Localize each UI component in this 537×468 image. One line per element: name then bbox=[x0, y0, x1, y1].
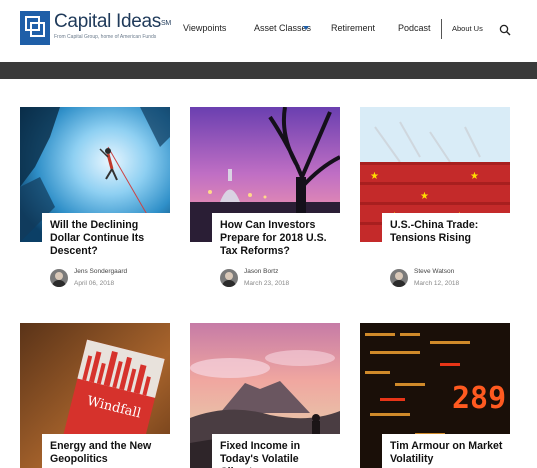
article-title[interactable]: U.S.-China Trade: Tensions Rising bbox=[390, 219, 506, 245]
brand-name: Capital IdeasSM bbox=[54, 11, 171, 32]
site-header: Capital IdeasSM From Capital Group, home… bbox=[0, 0, 537, 62]
nav-retirement[interactable]: Retirement bbox=[331, 23, 375, 33]
article-date: March 23, 2018 bbox=[244, 280, 290, 287]
article-date: April 06, 2018 bbox=[74, 280, 115, 287]
article-title[interactable]: Tim Armour on Market Volatility bbox=[390, 440, 506, 466]
chevron-down-icon[interactable] bbox=[303, 26, 309, 30]
ticker-figure: 289 bbox=[452, 381, 506, 416]
svg-text:★: ★ bbox=[420, 191, 429, 202]
logo-mark-icon bbox=[20, 11, 50, 45]
svg-text:★: ★ bbox=[470, 171, 479, 182]
article-card[interactable]: Windfall Energy and the New Geopolitics bbox=[20, 323, 172, 468]
nav-divider bbox=[441, 19, 442, 39]
article-title[interactable]: How Can Investors Prepare for 2018 U.S. … bbox=[220, 219, 336, 258]
article-card[interactable]: 289 Tim Armour on Market Volatility bbox=[360, 323, 512, 468]
article-title[interactable]: Energy and the New Geopolitics bbox=[50, 440, 166, 466]
article-card[interactable]: How Can Investors Prepare for 2018 U.S. … bbox=[190, 107, 342, 292]
article-card[interactable]: Will the Declining Dollar Continue Its D… bbox=[20, 107, 172, 292]
article-card[interactable]: Fixed Income in Today's Volatile Climate bbox=[190, 323, 342, 468]
avatar bbox=[50, 268, 68, 287]
capital-ideas-logo[interactable]: Capital IdeasSM From Capital Group, home… bbox=[20, 11, 171, 45]
article-date: March 12, 2018 bbox=[414, 280, 460, 287]
article-author: Jens Sondergaard April 06, 2018 bbox=[50, 267, 127, 288]
author-name: Jens Sondergaard bbox=[74, 268, 128, 275]
svg-text:★: ★ bbox=[370, 171, 379, 182]
author-name: Steve Watson bbox=[414, 268, 455, 275]
article-author: Jason Bortz March 23, 2018 bbox=[220, 267, 289, 288]
nav-viewpoints[interactable]: Viewpoints bbox=[183, 23, 226, 33]
brand-tagline: From Capital Group, home of American Fun… bbox=[54, 34, 157, 40]
author-name: Jason Bortz bbox=[244, 268, 279, 275]
avatar bbox=[390, 268, 408, 287]
article-title[interactable]: Fixed Income in Today's Volatile Climate bbox=[220, 440, 336, 468]
nav-about-us[interactable]: About Us bbox=[452, 24, 483, 33]
search-icon[interactable] bbox=[499, 24, 511, 36]
header-band bbox=[0, 62, 537, 79]
article-title[interactable]: Will the Declining Dollar Continue Its D… bbox=[50, 219, 166, 258]
nav-podcast[interactable]: Podcast bbox=[398, 23, 431, 33]
article-author: Steve Watson March 12, 2018 bbox=[390, 267, 459, 288]
article-card[interactable]: ★ ★ ★ ★ ★ U.S.-China Trade: Tensions Ris… bbox=[360, 107, 512, 292]
avatar bbox=[220, 268, 238, 287]
